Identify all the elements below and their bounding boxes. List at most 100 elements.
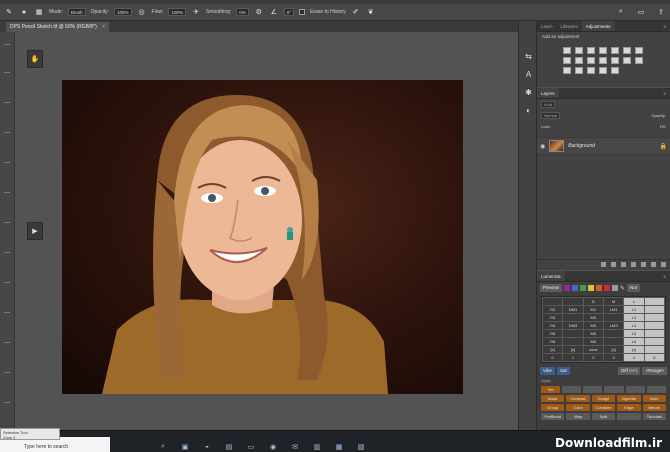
tool-slot[interactable]: [4, 72, 10, 73]
fx-icon[interactable]: [611, 262, 616, 267]
photoshop-icon[interactable]: ▦: [334, 443, 344, 452]
grid-cell[interactable]: [604, 330, 624, 337]
edge-button[interactable]: Edge: [617, 404, 641, 411]
group-button[interactable]: Group: [541, 404, 565, 411]
tool-slot[interactable]: [4, 222, 10, 223]
combine-button[interactable]: Combine: [591, 404, 616, 411]
grid-cell[interactable]: 2: [583, 354, 603, 361]
grid-cell[interactable]: [z]: [624, 346, 644, 353]
posterize-icon[interactable]: [623, 57, 631, 64]
photoshop-icon-active[interactable]: ▧: [356, 443, 366, 452]
photo-filter-icon[interactable]: [575, 57, 583, 64]
grid-cell[interactable]: D6: [543, 338, 563, 345]
grid-cell[interactable]: M3: [583, 322, 603, 329]
not-button[interactable]: Not: [627, 284, 641, 292]
grid-cell[interactable]: [z]: [563, 346, 583, 353]
dodge-button[interactable]: Dodge: [591, 395, 616, 402]
smoothing-field[interactable]: 0%: [236, 8, 249, 16]
apply-button[interactable]: [604, 386, 624, 393]
preblend-button[interactable]: PreBlend: [541, 413, 565, 420]
curves-icon[interactable]: [587, 47, 595, 54]
range-button[interactable]: <Range>: [642, 367, 667, 375]
vibe-button[interactable]: Vibe: [540, 367, 555, 375]
pattern-fill-icon[interactable]: [611, 67, 619, 74]
contrast-button[interactable]: Contrast: [566, 395, 590, 402]
grid-cell[interactable]: M: [604, 298, 624, 305]
grid-cell[interactable]: D5: [543, 330, 563, 337]
tab-adjustments[interactable]: Adjustments: [581, 21, 615, 31]
angle-field[interactable]: 0°: [283, 8, 295, 16]
grid-cell[interactable]: D3: [543, 314, 563, 321]
grid-cell[interactable]: DM1: [563, 306, 583, 313]
grid-cell[interactable]: [644, 306, 664, 313]
new-group-icon[interactable]: [641, 262, 646, 267]
add-mask-icon[interactable]: [621, 262, 626, 267]
grid-cell[interactable]: [z]: [604, 346, 624, 353]
tool-slot[interactable]: [4, 192, 10, 193]
airbrush-icon[interactable]: ✈: [191, 7, 201, 17]
preview-button[interactable]: Preview: [540, 284, 563, 292]
grid-cell[interactable]: L2: [624, 306, 644, 313]
apply-button[interactable]: [646, 386, 666, 393]
tab-libraries[interactable]: Libraries: [557, 21, 582, 31]
grid-cell[interactable]: D2: [543, 306, 563, 313]
grid-cell[interactable]: zone: [583, 346, 603, 353]
trash-icon[interactable]: [661, 262, 666, 267]
sat-button[interactable]: Sat: [556, 367, 570, 375]
selective-color-icon[interactable]: [575, 67, 583, 74]
grid-cell[interactable]: 5: [644, 354, 664, 361]
canvas-area[interactable]: ✋ ▶: [15, 32, 514, 430]
character-icon[interactable]: A: [523, 69, 534, 80]
search-icon[interactable]: ⌕: [158, 443, 168, 452]
invert-icon[interactable]: [611, 57, 619, 64]
layers-menu-icon[interactable]: ≡: [659, 88, 670, 98]
brightness-icon[interactable]: [563, 47, 571, 54]
mode-select[interactable]: Brush: [67, 8, 86, 16]
folder-icon[interactable]: ▭: [246, 443, 256, 452]
grid-cell[interactable]: LM3: [604, 322, 624, 329]
symmetry-icon[interactable]: ❦: [366, 7, 376, 17]
swatch[interactable]: [612, 285, 619, 291]
grid-cell[interactable]: L5: [624, 330, 644, 337]
swatch[interactable]: [580, 285, 587, 291]
vignette-button[interactable]: Vignette: [617, 395, 641, 402]
tool-slot[interactable]: [4, 342, 10, 343]
color-balance-icon[interactable]: [635, 47, 643, 54]
apply-button[interactable]: [625, 386, 645, 393]
grid-cell[interactable]: 0: [543, 354, 563, 361]
map-button[interactable]: Map: [566, 413, 590, 420]
before-button[interactable]: Before: [642, 404, 666, 411]
document-tab[interactable]: DPS Pencil Sketch.tif @ 50% (RGB/8*) ×: [6, 22, 110, 32]
grid-cell[interactable]: [563, 314, 583, 321]
store-icon[interactable]: ▤: [224, 443, 234, 452]
chrome-icon[interactable]: ◉: [268, 443, 278, 452]
grid-cell[interactable]: D: [583, 298, 603, 305]
brush-preset-icon[interactable]: ●: [19, 7, 29, 17]
panel-menu-icon[interactable]: ≡: [659, 21, 670, 31]
tab-layers[interactable]: Layers: [537, 88, 559, 98]
layer-row-background[interactable]: ◉ Background 🔒: [537, 137, 670, 155]
tool-slot[interactable]: [4, 44, 10, 45]
swatch[interactable]: [588, 285, 595, 291]
apply-button[interactable]: [562, 386, 582, 393]
gradient-fill-icon[interactable]: [599, 67, 607, 74]
pressure-size-icon[interactable]: ✐: [351, 7, 361, 17]
eye-icon[interactable]: ◉: [540, 143, 545, 150]
mail-icon[interactable]: ✉: [290, 443, 300, 452]
eyedropper-icon[interactable]: ✎: [620, 285, 625, 292]
grid-cell[interactable]: 1: [563, 354, 583, 361]
exposure-icon[interactable]: [599, 47, 607, 54]
sel-button[interactable]: Sel: [541, 386, 561, 393]
eraser-tool-icon[interactable]: ✎: [4, 7, 14, 17]
vibrance-icon[interactable]: [611, 47, 619, 54]
grid-cell[interactable]: LM1: [604, 306, 624, 313]
close-icon[interactable]: ×: [102, 24, 105, 30]
grid-cell[interactable]: [604, 338, 624, 345]
apply-button[interactable]: [617, 413, 641, 420]
link-layers-icon[interactable]: [601, 262, 606, 267]
home-search-icon[interactable]: ⌕: [616, 7, 626, 17]
erase-history-checkbox[interactable]: [299, 9, 306, 15]
hue-saturation-icon[interactable]: [623, 47, 631, 54]
share-icon[interactable]: ⇪: [656, 7, 666, 17]
lumenzia-menu-icon[interactable]: ≡: [659, 271, 670, 281]
